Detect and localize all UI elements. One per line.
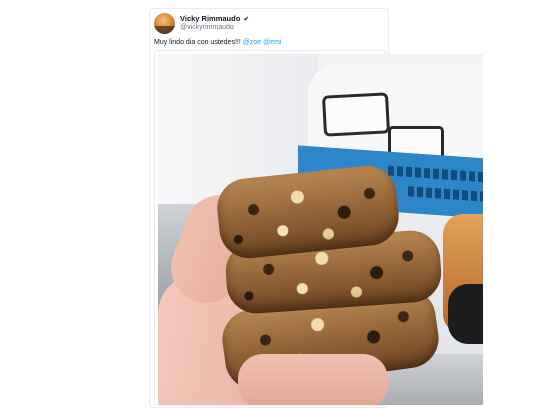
user-handle[interactable]: @vickyrimmaudo [180,24,234,31]
verified-icon: ✔ [243,16,250,23]
mention-link[interactable]: @emi [263,39,281,46]
tweet-header: Vicky Rimmaudo ✔ @vickyrimmaudo [154,13,384,35]
tweet-body: Muy lindo dia con ustedes!!! [154,39,243,46]
mention-link[interactable]: @zoe [243,39,261,46]
display-name-line[interactable]: Vicky Rimmaudo ✔ [180,14,249,23]
display-name[interactable]: Vicky Rimmaudo [180,14,240,23]
tweet-photo[interactable] [158,54,483,405]
photo-fingers [238,354,388,405]
photo-truck-window [321,92,391,137]
tweet-text: Muy lindo dia con ustedes!!! @zoe @emi [154,39,281,46]
photo-wheel [448,284,483,344]
avatar[interactable] [154,13,175,34]
